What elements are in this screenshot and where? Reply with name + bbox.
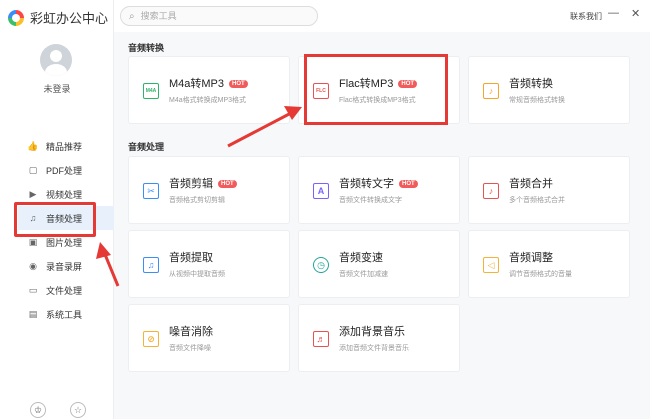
sidebar-item-record[interactable]: ◉ 录音录屏 bbox=[18, 254, 114, 278]
window-controls: — ✕ bbox=[608, 7, 640, 20]
hot-badge: HOT bbox=[229, 80, 248, 88]
tool-card-audio-speed[interactable]: ◷ 音频变速 音频文件加减速 bbox=[298, 230, 460, 298]
card-desc: 多个音频格式合并 bbox=[509, 197, 565, 204]
sidebar-item-label: 精品推荐 bbox=[46, 141, 83, 152]
annotation-highlight-box bbox=[14, 202, 96, 237]
card-title: 音频变速 bbox=[339, 252, 383, 264]
card-title: 音频提取 bbox=[169, 252, 213, 264]
noise-reduce-icon: ⊘ bbox=[143, 331, 159, 347]
thumbs-up-icon: 👍 bbox=[27, 140, 39, 151]
sidebar-item-label: 文件处理 bbox=[46, 285, 83, 296]
sidebar-item-label: 系统工具 bbox=[46, 309, 83, 320]
search-input[interactable] bbox=[140, 11, 301, 21]
card-desc: 音频文件加减速 bbox=[339, 271, 388, 278]
card-desc: 添加音频文件背景音乐 bbox=[339, 345, 409, 352]
sidebar: 彩虹办公中心 未登录 👍 精品推荐 ▢ PDF处理 ▶ 视频处理 ♫ 音频处理 … bbox=[0, 0, 114, 419]
tool-card-audio-cut[interactable]: ✂ 音频剪辑 HOT 音频格式剪切剪辑 bbox=[128, 156, 290, 224]
sidebar-footer: ♔ ☆ bbox=[30, 402, 86, 418]
record-icon: ◉ bbox=[29, 260, 37, 271]
crown-icon[interactable]: ♔ bbox=[30, 402, 46, 418]
sidebar-item-label: 图片处理 bbox=[46, 237, 83, 248]
card-title: 噪音消除 bbox=[169, 326, 213, 338]
speed-icon: ◷ bbox=[313, 257, 329, 273]
card-title: M4a转MP3 bbox=[169, 78, 225, 90]
image-icon: ▣ bbox=[28, 236, 38, 247]
section-title-convert: 音频转换 bbox=[128, 43, 165, 53]
sidebar-item-featured[interactable]: 👍 精品推荐 bbox=[18, 134, 114, 158]
card-title: 音频合并 bbox=[509, 178, 553, 190]
hot-badge: HOT bbox=[399, 180, 418, 188]
card-desc: 音频文件转换成文字 bbox=[339, 197, 402, 204]
audio-cut-icon: ✂ bbox=[143, 183, 159, 199]
sidebar-item-system[interactable]: ▤ 系统工具 bbox=[18, 302, 114, 326]
card-title: 添加背景音乐 bbox=[339, 326, 405, 338]
top-bar: ⌕ 联系我们 — ✕ bbox=[114, 0, 650, 32]
card-desc: 音频格式剪切剪辑 bbox=[169, 197, 225, 204]
tool-card-audio-to-text[interactable]: A 音频转文字 HOT 音频文件转换成文字 bbox=[298, 156, 460, 224]
tool-card-audio-extract[interactable]: ♫ 音频提取 从视频中提取音频 bbox=[128, 230, 290, 298]
search-box[interactable]: ⌕ bbox=[120, 6, 318, 26]
audio-convert-icon: ♪ bbox=[483, 83, 499, 99]
card-desc: 从视频中提取音频 bbox=[169, 271, 225, 278]
video-icon: ▶ bbox=[29, 188, 37, 199]
rainbow-logo-icon bbox=[8, 9, 24, 26]
card-desc: M4a格式转换成MP3格式 bbox=[169, 97, 247, 104]
audio-to-text-icon: A bbox=[313, 183, 329, 199]
tool-card-m4a-to-mp3[interactable]: M4A M4a转MP3 HOT M4a格式转换成MP3格式 bbox=[128, 56, 290, 124]
avatar[interactable] bbox=[40, 44, 72, 76]
search-icon: ⌕ bbox=[129, 10, 135, 22]
card-desc: 音频文件降噪 bbox=[169, 345, 211, 352]
app-logo: 彩虹办公中心 bbox=[8, 8, 108, 27]
tool-card-audio-convert[interactable]: ♪ 音频转换 常规音频格式转换 bbox=[468, 56, 630, 124]
m4a-file-icon: M4A bbox=[143, 83, 159, 99]
pdf-icon: ▢ bbox=[28, 164, 38, 175]
card-desc: 常规音频格式转换 bbox=[509, 97, 565, 104]
card-title: 音频转文字 bbox=[339, 178, 394, 190]
app-title: 彩虹办公中心 bbox=[30, 11, 109, 26]
volume-icon: ◁ bbox=[483, 257, 499, 273]
sidebar-item-pdf[interactable]: ▢ PDF处理 bbox=[18, 158, 114, 182]
annotation-highlight-box bbox=[304, 54, 448, 125]
card-title: 音频调整 bbox=[509, 252, 553, 264]
tool-card-add-bgm[interactable]: ♬ 添加背景音乐 添加音频文件背景音乐 bbox=[298, 304, 460, 372]
bgm-icon: ♬ bbox=[313, 331, 329, 347]
folder-icon: ▭ bbox=[28, 284, 38, 295]
sidebar-item-label: 录音录屏 bbox=[46, 261, 83, 272]
hot-badge: HOT bbox=[218, 180, 237, 188]
card-desc: 调节音频格式的音量 bbox=[509, 271, 572, 278]
card-title: 音频剪辑 bbox=[169, 178, 213, 190]
tool-card-audio-merge[interactable]: ♪ 音频合并 多个音频格式合并 bbox=[468, 156, 630, 224]
login-status[interactable]: 未登录 bbox=[0, 82, 114, 95]
section-title-process: 音频处理 bbox=[128, 142, 165, 152]
card-title: 音频转换 bbox=[509, 78, 553, 90]
tool-card-noise-reduce[interactable]: ⊘ 噪音消除 音频文件降噪 bbox=[128, 304, 290, 372]
sidebar-item-label: PDF处理 bbox=[46, 165, 83, 176]
sidebar-item-file[interactable]: ▭ 文件处理 bbox=[18, 278, 114, 302]
monitor-icon: ▤ bbox=[28, 308, 38, 319]
minimize-icon[interactable]: — bbox=[608, 7, 619, 20]
tool-card-audio-adjust[interactable]: ◁ 音频调整 调节音频格式的音量 bbox=[468, 230, 630, 298]
app-window: 彩虹办公中心 未登录 👍 精品推荐 ▢ PDF处理 ▶ 视频处理 ♫ 音频处理 … bbox=[0, 0, 650, 419]
close-icon[interactable]: ✕ bbox=[631, 7, 640, 20]
audio-merge-icon: ♪ bbox=[483, 183, 499, 199]
star-icon[interactable]: ☆ bbox=[70, 402, 86, 418]
sidebar-item-label: 视频处理 bbox=[46, 189, 83, 200]
contact-us-link[interactable]: 联系我们 bbox=[570, 11, 602, 22]
audio-extract-icon: ♫ bbox=[143, 257, 159, 273]
